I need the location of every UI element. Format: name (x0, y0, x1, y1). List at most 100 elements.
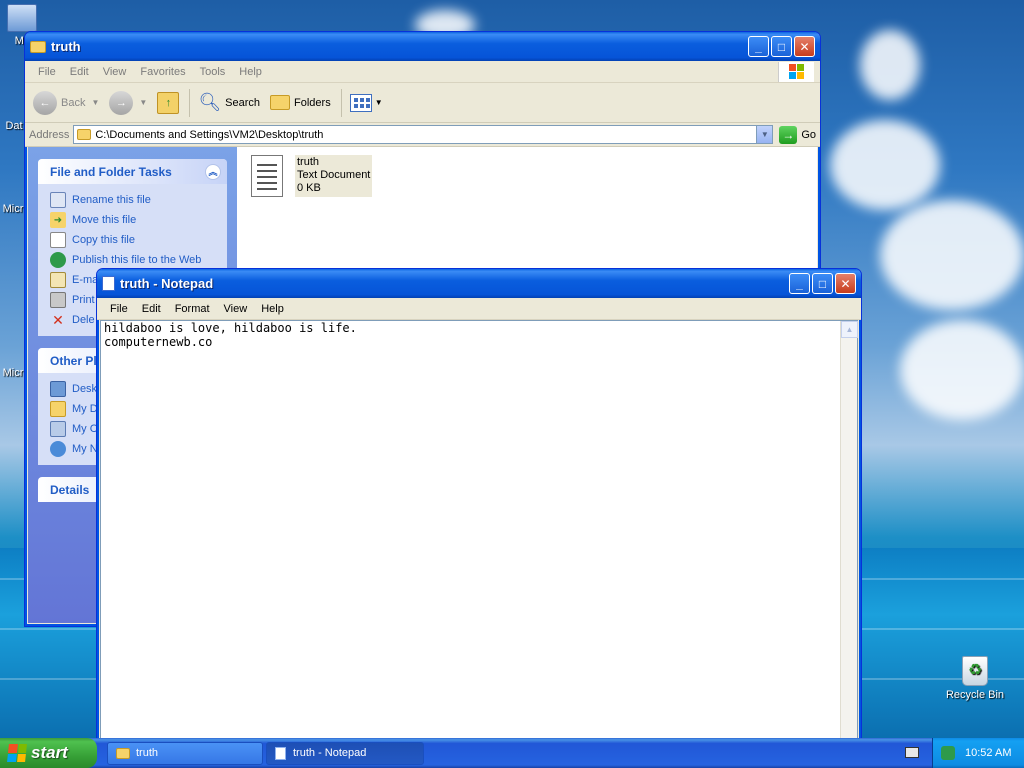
notepad-titlebar[interactable]: truth - Notepad _ □ ✕ (97, 269, 861, 298)
network-icon[interactable] (941, 746, 955, 760)
search-label: Search (225, 96, 261, 109)
back-button[interactable]: ← Back ▼ (33, 90, 99, 115)
address-dropdown-button[interactable]: ▼ (756, 126, 773, 143)
notepad-icon (275, 746, 286, 760)
menu-view[interactable]: View (217, 301, 255, 317)
vertical-scrollbar[interactable]: ▲ (840, 321, 858, 740)
folders-icon (270, 95, 291, 110)
taskbar-item-label: truth - Notepad (293, 747, 367, 759)
address-input[interactable]: C:\Documents and Settings\VM2\Desktop\tr… (73, 125, 774, 144)
place-label: My D (72, 403, 98, 415)
menu-help[interactable]: Help (254, 301, 291, 317)
cloud (830, 120, 940, 210)
cloud (880, 200, 1024, 310)
toolbar-divider (340, 88, 342, 117)
desktop-icon-data[interactable]: Dat (2, 120, 26, 132)
file-item[interactable]: truth Text Document 0 KB (251, 155, 373, 197)
menu-favorites[interactable]: Favorites (133, 64, 192, 80)
desktop-icon-label: Recycle Bin (945, 689, 1005, 701)
task-rename[interactable]: Rename this file (50, 190, 227, 210)
task-label: Dele (72, 314, 95, 326)
back-label: Back (61, 96, 86, 109)
task-move[interactable]: ➜ Move this file (50, 210, 227, 230)
maximize-button[interactable]: □ (771, 36, 792, 57)
computer-icon (7, 4, 37, 32)
toolbar-divider (189, 88, 191, 117)
desktop-icon-recycle-bin[interactable]: ♻ Recycle Bin (940, 656, 1010, 701)
minimize-button[interactable]: _ (789, 273, 810, 294)
chevron-down-icon: ▼ (139, 98, 148, 107)
file-type: Text Document (297, 169, 371, 181)
up-folder-button[interactable]: ↑ (157, 91, 180, 114)
menu-file[interactable]: File (103, 301, 135, 317)
back-arrow-icon: ← (33, 90, 57, 115)
email-icon (50, 272, 66, 288)
explorer-toolbar: ← Back ▼ → ▼ ↑ 🔍︎ Search Folders ▼ (25, 83, 820, 123)
task-label: Rename this file (72, 194, 151, 206)
windows-logo-icon (778, 61, 814, 82)
place-label: Desk (72, 383, 98, 395)
copy-icon (50, 232, 66, 248)
search-button[interactable]: 🔍︎ Search (198, 92, 260, 113)
place-label: My C (72, 423, 98, 435)
collapse-icon[interactable]: ︽ (205, 163, 221, 180)
windows-logo-icon (7, 744, 27, 762)
up-arrow-icon: ↑ (157, 91, 180, 114)
task-label: Move this file (72, 214, 137, 226)
go-button[interactable]: → Go (779, 125, 816, 144)
menu-edit[interactable]: Edit (135, 301, 168, 317)
file-name: truth (297, 156, 320, 168)
window-title: truth - Notepad (120, 276, 214, 291)
views-button[interactable]: ▼ (349, 93, 383, 112)
keyboard-icon[interactable] (905, 747, 919, 758)
folder-icon (50, 401, 66, 417)
notepad-menubar: File Edit Format View Help (97, 298, 861, 320)
recycle-bin-icon: ♻ (962, 656, 988, 686)
move-icon: ➜ (50, 212, 66, 228)
views-icon (349, 93, 372, 112)
close-button[interactable]: ✕ (794, 36, 815, 57)
menu-tools[interactable]: Tools (193, 64, 233, 80)
chevron-down-icon: ▼ (374, 98, 383, 107)
explorer-titlebar[interactable]: truth _ □ ✕ (25, 32, 820, 61)
network-icon (50, 441, 66, 457)
task-publish[interactable]: Publish this file to the Web (50, 250, 227, 270)
menu-edit[interactable]: Edit (63, 64, 96, 80)
menu-format[interactable]: Format (168, 301, 217, 317)
delete-icon: ✕ (52, 311, 64, 328)
desktop-icon-microsoft-2[interactable]: Micr (1, 367, 25, 379)
menu-file[interactable]: File (31, 64, 63, 80)
start-label: start (31, 743, 68, 762)
maximize-button[interactable]: □ (812, 273, 833, 294)
menu-help[interactable]: Help (232, 64, 269, 80)
cloud (900, 320, 1024, 420)
desktop-icon-label: Micr (2, 203, 24, 215)
notepad-content: hildaboo is love, hildaboo is life. comp… (104, 321, 357, 349)
notepad-window[interactable]: truth - Notepad _ □ ✕ File Edit Format V… (96, 268, 862, 742)
task-copy[interactable]: Copy this file (50, 230, 227, 250)
taskbar-item-notepad[interactable]: truth - Notepad (266, 741, 424, 765)
desktop-icon-label: Dat (5, 120, 23, 132)
file-size: 0 KB (297, 182, 321, 194)
panel-title: Other Pl (50, 353, 97, 368)
taskbar-item-explorer[interactable]: truth (107, 741, 263, 765)
start-button[interactable]: start (0, 738, 97, 768)
minimize-button[interactable]: _ (748, 36, 769, 57)
scroll-up-icon[interactable]: ▲ (841, 321, 858, 338)
panel-header[interactable]: File and Folder Tasks ︽ (38, 159, 227, 184)
folders-button[interactable]: Folders (270, 95, 331, 110)
desktop-icon (50, 381, 66, 397)
forward-button[interactable]: → ▼ (109, 90, 148, 115)
go-arrow-icon: → (779, 125, 798, 144)
text-document-icon (251, 155, 283, 197)
globe-icon (50, 252, 66, 268)
clock[interactable]: 10:52 AM (965, 747, 1011, 759)
menu-view[interactable]: View (96, 64, 134, 80)
system-tray: 10:52 AM (932, 738, 1024, 768)
folder-icon (77, 129, 92, 140)
task-label: E-ma (72, 274, 99, 286)
notepad-text-area[interactable]: hildaboo is love, hildaboo is life. comp… (100, 320, 858, 741)
explorer-menubar: File Edit View Favorites Tools Help (25, 61, 820, 83)
close-button[interactable]: ✕ (835, 273, 856, 294)
desktop-icon-microsoft-1[interactable]: Micr (1, 203, 25, 215)
